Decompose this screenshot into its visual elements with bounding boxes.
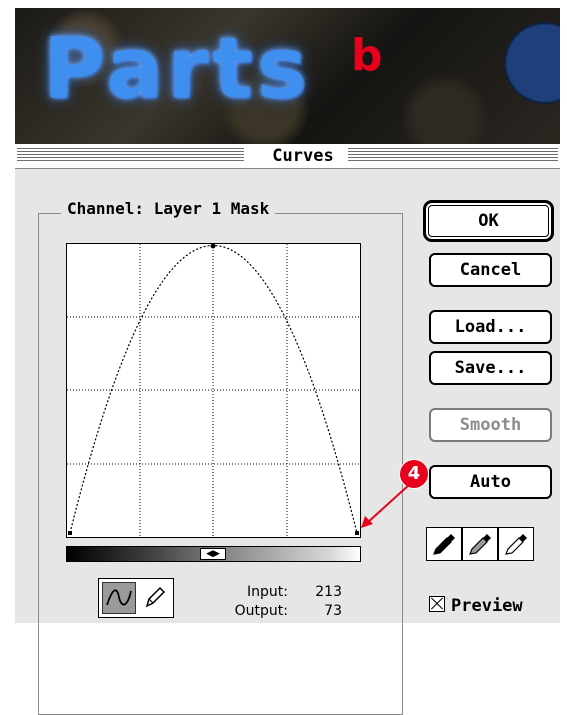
ok-button[interactable]: OK bbox=[423, 200, 554, 242]
preview-checkbox[interactable]: Preview bbox=[429, 596, 559, 616]
output-value: 73 bbox=[324, 603, 342, 619]
cancel-button[interactable]: Cancel bbox=[429, 253, 552, 287]
black-eyedropper-icon bbox=[433, 534, 455, 555]
curve-tool[interactable] bbox=[102, 582, 136, 614]
callout-arrow bbox=[361, 483, 411, 528]
curve-icon bbox=[106, 589, 132, 606]
input-output-readout: Input: 213 Output: 73 bbox=[220, 584, 370, 622]
white-eyedropper-icon bbox=[505, 534, 527, 555]
white-eyedropper-button[interactable] bbox=[498, 527, 534, 561]
input-value: 213 bbox=[315, 584, 342, 600]
pencil-icon bbox=[145, 586, 166, 608]
tone-curve[interactable] bbox=[69, 244, 358, 534]
banner-badge: b bbox=[351, 30, 383, 81]
input-label: Input: bbox=[247, 584, 288, 600]
curve-point-left[interactable] bbox=[68, 531, 72, 535]
curve-tool-group bbox=[98, 578, 174, 618]
preview-label: Preview bbox=[451, 596, 523, 616]
titlebar-stripes-left bbox=[17, 148, 244, 163]
banner-title: Parts bbox=[43, 19, 311, 117]
window-title: Curves bbox=[272, 146, 334, 166]
curve-point-right[interactable] bbox=[355, 531, 359, 535]
channel-label[interactable]: Channel: Layer 1 Mask bbox=[61, 199, 276, 218]
header-banner: Parts b bbox=[15, 8, 560, 144]
titlebar-stripes-right bbox=[348, 148, 558, 163]
pencil-tool[interactable] bbox=[137, 582, 169, 612]
curve-graph-svg bbox=[67, 244, 360, 537]
gray-eyedropper-icon bbox=[469, 534, 491, 555]
smooth-button[interactable]: Smooth bbox=[429, 408, 552, 442]
save-button[interactable]: Save... bbox=[429, 351, 552, 385]
gradient-toggle-icon[interactable]: ◀▶ bbox=[200, 548, 226, 560]
load-button[interactable]: Load... bbox=[429, 310, 552, 344]
curves-dialog: Channel: Layer 1 Mask ◀▶ Input: 213 Outp… bbox=[15, 169, 560, 715]
auto-button[interactable]: Auto bbox=[429, 465, 552, 499]
curve-graph[interactable] bbox=[66, 243, 361, 538]
black-eyedropper-button[interactable] bbox=[426, 527, 462, 561]
output-label: Output: bbox=[234, 603, 288, 619]
gray-eyedropper-button[interactable] bbox=[462, 527, 498, 561]
window-titlebar[interactable]: Curves bbox=[15, 144, 560, 169]
preview-check-icon[interactable] bbox=[429, 596, 445, 612]
curve-point-top[interactable] bbox=[210, 244, 216, 249]
